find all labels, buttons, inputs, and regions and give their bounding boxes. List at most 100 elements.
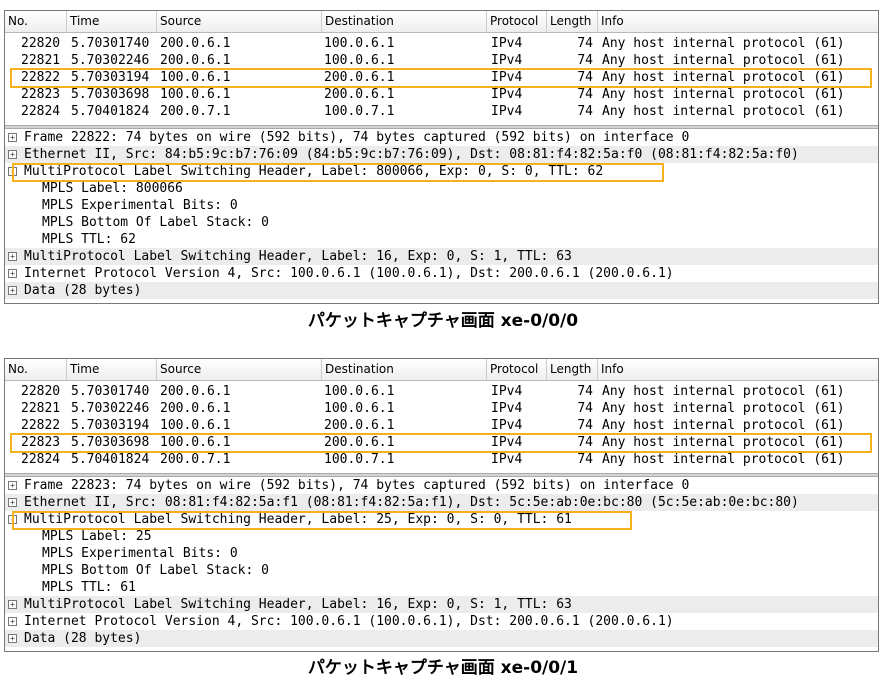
packet-row[interactable]: 22821 5.70302246 200.0.6.1 100.0.6.1 IPv… [5,400,878,417]
packet-destination: 200.0.6.1 [324,70,395,85]
tree-item-label: MultiProtocol Label Switching Header, La… [24,249,572,264]
tree-item-frame[interactable]: + Frame 22823: 74 bytes on wire (592 bit… [5,477,878,494]
tree-item-ethernet[interactable]: + Ethernet II, Src: 08:81:f4:82:5a:f1 (0… [5,494,878,511]
tree-item-label: MPLS Bottom Of Label Stack: 0 [42,215,269,230]
capture-panel-xe-0-0-1: No. Time Source Destination Protocol Len… [4,358,879,652]
packet-row[interactable]: 22824 5.70401824 200.0.7.1 100.0.7.1 IPv… [5,103,878,120]
tree-item-ipv4[interactable]: + Internet Protocol Version 4, Src: 100.… [5,613,878,630]
packet-info: Any host internal protocol (61) [602,418,845,433]
tree-item-label: MPLS TTL: 62 [42,232,136,247]
tree-item-mpls-ttl[interactable]: MPLS TTL: 62 [5,231,878,248]
packet-length: 74 [577,104,593,119]
tree-item-label: MultiProtocol Label Switching Header, La… [24,164,604,179]
packet-row-selected[interactable]: 22823 5.70303698 100.0.6.1 200.0.6.1 IPv… [5,434,878,451]
packet-no: 22820 [21,384,61,399]
packet-list-header: No. Time Source Destination Protocol Len… [5,11,878,33]
column-header-source[interactable]: Source [157,11,322,32]
capture-panel-xe-0-0-0: No. Time Source Destination Protocol Len… [4,10,879,304]
packet-time: 5.70302246 [71,53,150,68]
packet-protocol: IPv4 [491,452,523,467]
expand-icon[interactable]: + [8,133,17,142]
tree-item-frame[interactable]: + Frame 22822: 74 bytes on wire (592 bit… [5,129,878,146]
packet-row[interactable]: 22820 5.70301740 200.0.6.1 100.0.6.1 IPv… [5,383,878,400]
column-header-destination[interactable]: Destination [322,11,487,32]
tree-item-mpls-exp[interactable]: MPLS Experimental Bits: 0 [5,197,878,214]
packet-destination: 200.0.6.1 [324,87,395,102]
packet-info: Any host internal protocol (61) [602,384,845,399]
packet-destination: 200.0.6.1 [324,418,395,433]
tree-item-label: Data (28 bytes) [24,283,142,298]
packet-destination: 200.0.6.1 [324,435,395,450]
packet-no: 22824 [21,104,61,119]
expand-icon[interactable]: + [8,269,17,278]
packet-length: 74 [577,87,593,102]
packet-source: 100.0.6.1 [160,435,231,450]
tree-item-label: Internet Protocol Version 4, Src: 100.0.… [24,614,674,629]
tree-item-label: Frame 22822: 74 bytes on wire (592 bits)… [24,130,690,145]
tree-item-data[interactable]: + Data (28 bytes) [5,282,878,299]
packet-no: 22823 [21,435,61,450]
packet-row[interactable]: 22823 5.70303698 100.0.6.1 200.0.6.1 IPv… [5,86,878,103]
packet-length: 74 [577,435,593,450]
caption-xe-0-0-1: パケットキャプチャ画面 xe-0/0/1 [307,658,579,678]
expand-icon[interactable]: + [8,634,17,643]
tree-item-mpls-bos[interactable]: MPLS Bottom Of Label Stack: 0 [5,562,878,579]
tree-item-data[interactable]: + Data (28 bytes) [5,630,878,647]
tree-item-ipv4[interactable]: + Internet Protocol Version 4, Src: 100.… [5,265,878,282]
packet-no: 22824 [21,452,61,467]
column-header-length[interactable]: Length [547,359,598,380]
packet-row[interactable]: 22822 5.70303194 100.0.6.1 200.0.6.1 IPv… [5,417,878,434]
packet-protocol: IPv4 [491,401,523,416]
packet-info: Any host internal protocol (61) [602,70,845,85]
tree-item-mpls-bos[interactable]: MPLS Bottom Of Label Stack: 0 [5,214,878,231]
tree-item-mpls-ttl[interactable]: MPLS TTL: 61 [5,579,878,596]
expand-icon[interactable]: + [8,252,17,261]
column-header-destination[interactable]: Destination [322,359,487,380]
packet-protocol: IPv4 [491,70,523,85]
packet-info: Any host internal protocol (61) [602,36,845,51]
packet-protocol: IPv4 [491,53,523,68]
expand-icon[interactable]: + [8,150,17,159]
column-header-no[interactable]: No. [5,11,67,32]
tree-item-ethernet[interactable]: + Ethernet II, Src: 84:b5:9c:b7:76:09 (8… [5,146,878,163]
collapse-icon[interactable]: - [8,167,17,176]
packet-no: 22822 [21,70,61,85]
column-header-info[interactable]: Info [598,359,878,380]
tree-item-mpls-label[interactable]: MPLS Label: 25 [5,528,878,545]
tree-item-mpls-header-2[interactable]: + MultiProtocol Label Switching Header, … [5,248,878,265]
collapse-icon[interactable]: - [8,515,17,524]
tree-item-mpls-header-1[interactable]: - MultiProtocol Label Switching Header, … [5,511,878,528]
tree-item-mpls-header-2[interactable]: + MultiProtocol Label Switching Header, … [5,596,878,613]
column-header-length[interactable]: Length [547,11,598,32]
packet-row[interactable]: 22824 5.70401824 200.0.7.1 100.0.7.1 IPv… [5,451,878,468]
packet-no: 22821 [21,401,61,416]
column-header-time[interactable]: Time [67,11,157,32]
packet-info: Any host internal protocol (61) [602,401,845,416]
packet-source: 200.0.7.1 [160,104,231,119]
packet-row-selected[interactable]: 22822 5.70303194 100.0.6.1 200.0.6.1 IPv… [5,69,878,86]
column-header-no[interactable]: No. [5,359,67,380]
column-header-source[interactable]: Source [157,359,322,380]
packet-source: 200.0.6.1 [160,384,231,399]
tree-item-label: Internet Protocol Version 4, Src: 100.0.… [24,266,674,281]
expand-icon[interactable]: + [8,600,17,609]
column-header-protocol[interactable]: Protocol [487,359,547,380]
tree-item-mpls-header-1[interactable]: - MultiProtocol Label Switching Header, … [5,163,878,180]
caption-xe-0-0-0: パケットキャプチャ画面 xe-0/0/0 [307,311,579,331]
packet-info: Any host internal protocol (61) [602,435,845,450]
column-header-protocol[interactable]: Protocol [487,11,547,32]
tree-item-mpls-exp[interactable]: MPLS Experimental Bits: 0 [5,545,878,562]
packet-destination: 100.0.6.1 [324,384,395,399]
column-header-info[interactable]: Info [598,11,878,32]
expand-icon[interactable]: + [8,286,17,295]
tree-item-label: Ethernet II, Src: 84:b5:9c:b7:76:09 (84:… [24,147,799,162]
expand-icon[interactable]: + [8,481,17,490]
column-header-time[interactable]: Time [67,359,157,380]
packet-row[interactable]: 22820 5.70301740 200.0.6.1 100.0.6.1 IPv… [5,35,878,52]
packet-no: 22822 [21,418,61,433]
packet-row[interactable]: 22821 5.70302246 200.0.6.1 100.0.6.1 IPv… [5,52,878,69]
expand-icon[interactable]: + [8,498,17,507]
expand-icon[interactable]: + [8,617,17,626]
tree-item-mpls-label[interactable]: MPLS Label: 800066 [5,180,878,197]
packet-length: 74 [577,70,593,85]
